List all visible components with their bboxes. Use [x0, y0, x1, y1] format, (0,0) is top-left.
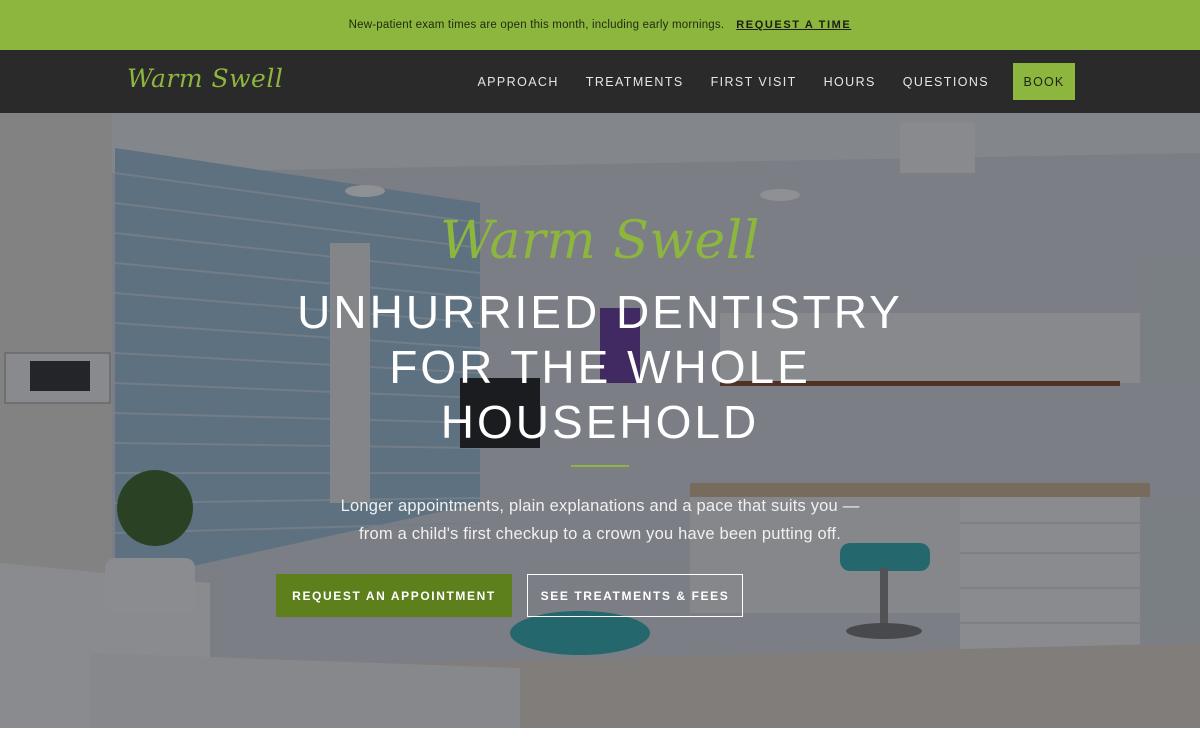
- hero-headline-line-3: HOUSEHOLD: [440, 396, 760, 448]
- hero-section: Warm Swell UNHURRIED DENTISTRY FOR THE W…: [0, 113, 1200, 728]
- nav-hours[interactable]: HOURS: [824, 75, 876, 89]
- nav-first-visit[interactable]: FIRST VISIT: [711, 75, 797, 89]
- hero-divider: [571, 465, 629, 467]
- site-logo[interactable]: Warm Swell: [127, 64, 283, 93]
- hero-script-logo: Warm Swell: [440, 211, 760, 271]
- request-appointment-button[interactable]: REQUEST AN APPOINTMENT: [276, 574, 512, 617]
- see-treatments-fees-button[interactable]: SEE TREATMENTS & FEES: [527, 574, 743, 617]
- nav-treatments[interactable]: TREATMENTS: [586, 75, 684, 89]
- nav-approach[interactable]: APPROACH: [477, 75, 558, 89]
- hero-subtitle-line-1: Longer appointments, plain explanations …: [340, 497, 860, 515]
- hero-headline: UNHURRIED DENTISTRY FOR THE WHOLE HOUSEH…: [0, 285, 1200, 450]
- announcement-bar: New-patient exam times are open this mon…: [0, 0, 1200, 50]
- hero-headline-line-1: UNHURRIED DENTISTRY: [297, 286, 903, 338]
- hero-subtitle-line-2: from a child's first checkup to a crown …: [359, 525, 841, 543]
- hero-content: Warm Swell UNHURRIED DENTISTRY FOR THE W…: [0, 113, 1200, 728]
- announcement-message: New-patient exam times are open this mon…: [348, 19, 725, 31]
- site-header: Warm Swell APPROACH TREATMENTS FIRST VIS…: [0, 50, 1200, 113]
- hero-subtitle: Longer appointments, plain explanations …: [0, 492, 1200, 548]
- request-time-link[interactable]: REQUEST A TIME: [736, 19, 851, 31]
- hero-headline-line-2: FOR THE WHOLE: [389, 341, 811, 393]
- main-nav: APPROACH TREATMENTS FIRST VISIT HOURS QU…: [477, 63, 1075, 100]
- book-button[interactable]: BOOK: [1013, 63, 1075, 100]
- nav-questions[interactable]: QUESTIONS: [903, 75, 989, 89]
